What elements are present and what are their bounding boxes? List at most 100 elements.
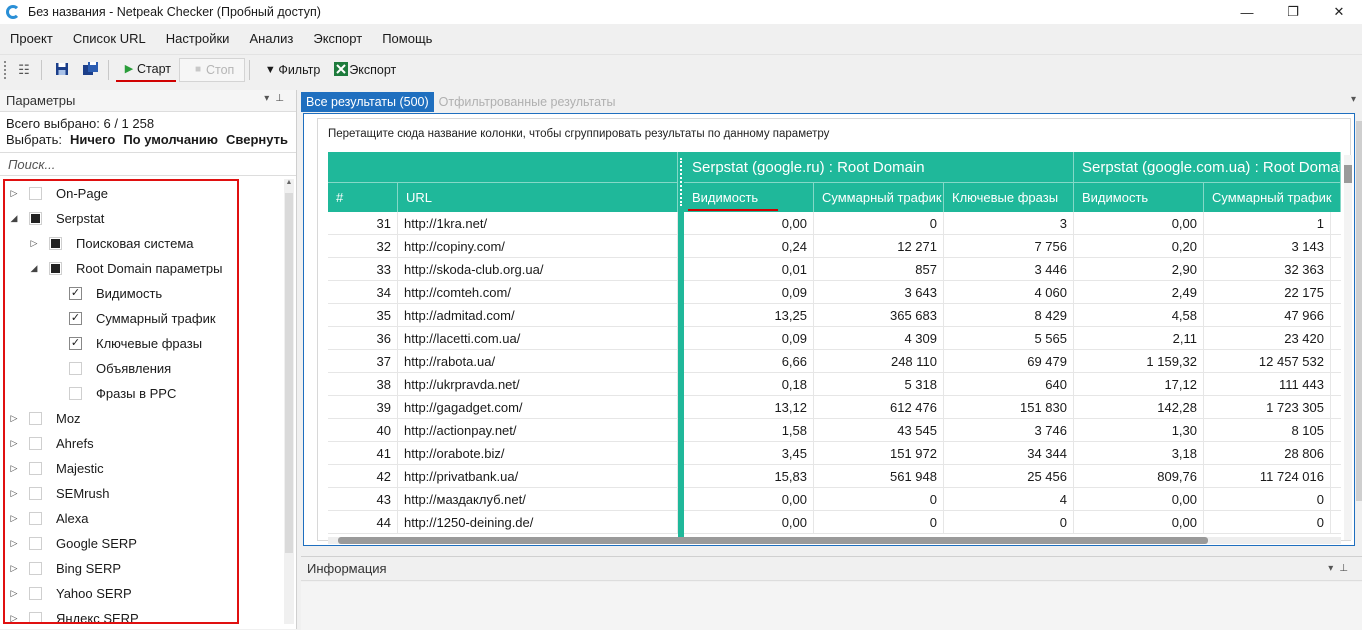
frozen-column-splitter[interactable] [678, 152, 684, 537]
cell-traffic-ru[interactable]: 248 110 [814, 350, 944, 373]
cell-traffic-ru[interactable]: 0 [814, 511, 944, 534]
cell-visibility-ua[interactable]: 0,00 [1074, 488, 1204, 511]
cell-url[interactable]: http://ukrpravda.net/ [398, 373, 678, 396]
maximize-button[interactable]: ❐ [1270, 0, 1316, 24]
expand-arrow-icon[interactable]: ▷ [9, 538, 19, 549]
expand-arrow-icon[interactable]: ▷ [9, 563, 19, 574]
cell-traffic-ru[interactable]: 365 683 [814, 304, 944, 327]
cell-visibility-ru[interactable]: 0,09 [684, 281, 814, 304]
tree-item[interactable]: ▷ Majestic [5, 456, 237, 481]
grid-vscroll-thumb[interactable] [1344, 165, 1352, 183]
tree-item[interactable]: ▷ Bing SERP [5, 556, 237, 581]
cell-visibility-ua[interactable]: 2,11 [1074, 327, 1204, 350]
cell-visibility-ru[interactable]: 13,25 [684, 304, 814, 327]
cell-visibility-ua[interactable]: 17,12 [1074, 373, 1204, 396]
pin-icon[interactable]: ⊥ [275, 93, 290, 104]
results-vertical-scrollbar[interactable] [1356, 113, 1362, 546]
menu-settings[interactable]: Настройки [156, 31, 240, 46]
table-row[interactable]: 34 http://comteh.com/0,09 3 643 4 060 2,49 22… [328, 281, 1341, 304]
cell-traffic-ua[interactable]: 22 175 [1204, 281, 1331, 304]
cell-url[interactable]: http://1kra.net/ [398, 212, 678, 235]
expand-arrow-icon[interactable]: ▷ [9, 188, 19, 199]
table-row[interactable]: 41 http://orabote.biz/3,45 151 972 34 344 3,… [328, 442, 1341, 465]
cell-keywords-ru[interactable]: 34 344 [944, 442, 1074, 465]
table-row[interactable]: 39 http://gagadget.com/13,12 612 476 151 83… [328, 396, 1341, 419]
tree-checkbox[interactable] [69, 362, 82, 375]
expand-arrow-icon[interactable]: ▷ [29, 238, 39, 249]
tree-checkbox[interactable] [29, 462, 42, 475]
params-search-input[interactable]: Поиск... [0, 152, 296, 176]
cell-traffic-ua[interactable]: 32 363 [1204, 258, 1331, 281]
expand-arrow-icon[interactable]: ▷ [9, 613, 19, 622]
grid-horizontal-scrollbar[interactable] [328, 537, 1341, 544]
tree-checkbox[interactable] [49, 262, 62, 275]
tree-item[interactable]: ▷ Поисковая система [5, 231, 237, 256]
menu-help[interactable]: Помощь [372, 31, 442, 46]
collapse-link[interactable]: Свернуть [226, 132, 288, 148]
filter-button[interactable]: ▼ Фильтр [257, 58, 325, 82]
cell-url[interactable]: http://orabote.biz/ [398, 442, 678, 465]
cell-number[interactable]: 41 [328, 442, 398, 465]
cell-traffic-ua[interactable]: 47 966 [1204, 304, 1331, 327]
tree-item[interactable]: ▷ Yahoo SERP [5, 581, 237, 606]
scroll-thumb[interactable] [285, 193, 293, 553]
cell-visibility-ua[interactable]: 4,58 [1074, 304, 1204, 327]
cell-keywords-ru[interactable]: 8 429 [944, 304, 1074, 327]
cell-visibility-ru[interactable]: 0,18 [684, 373, 814, 396]
table-row[interactable]: 40 http://actionpay.net/1,58 43 545 3 746 1,… [328, 419, 1341, 442]
cell-traffic-ru[interactable]: 5 318 [814, 373, 944, 396]
expand-arrow-icon[interactable]: ◢ [9, 213, 19, 224]
cell-keywords-ru[interactable]: 69 479 [944, 350, 1074, 373]
params-scrollbar[interactable]: ▲ [284, 179, 294, 624]
tab-all-results[interactable]: Все результаты (500) [301, 92, 434, 112]
select-default-link[interactable]: По умолчанию [123, 132, 218, 148]
tree-checkbox[interactable]: ✓ [69, 287, 82, 300]
column-header-visibility-ua[interactable]: Видимость [1074, 182, 1204, 212]
tree-checkbox[interactable] [29, 512, 42, 525]
cell-keywords-ru[interactable]: 7 756 [944, 235, 1074, 258]
cell-number[interactable]: 34 [328, 281, 398, 304]
cell-traffic-ua[interactable]: 0 [1204, 511, 1331, 534]
cell-visibility-ua[interactable]: 2,49 [1074, 281, 1204, 304]
cell-traffic-ua[interactable]: 8 105 [1204, 419, 1331, 442]
cell-number[interactable]: 31 [328, 212, 398, 235]
minimize-button[interactable]: — [1224, 0, 1270, 24]
tree-checkbox[interactable] [29, 187, 42, 200]
cell-keywords-ru[interactable]: 5 565 [944, 327, 1074, 350]
tab-filtered-results[interactable]: Отфильтрованные результаты [434, 92, 621, 112]
table-row[interactable]: 35 http://admitad.com/13,25 365 683 8 429 4,… [328, 304, 1341, 327]
cell-traffic-ua[interactable]: 1 [1204, 212, 1331, 235]
table-row[interactable]: 43 http://маздаклуб.net/0,00 0 4 0,00 0 [328, 488, 1341, 511]
cell-visibility-ua[interactable]: 142,28 [1074, 396, 1204, 419]
tree-checkbox[interactable] [29, 437, 42, 450]
menu-analysis[interactable]: Анализ [239, 31, 303, 46]
cell-visibility-ru[interactable]: 0,09 [684, 327, 814, 350]
cell-traffic-ua[interactable]: 28 806 [1204, 442, 1331, 465]
cell-number[interactable]: 36 [328, 327, 398, 350]
start-button[interactable]: ▶ Старт [116, 58, 176, 82]
tree-item[interactable]: ✓ Суммарный трафик [5, 306, 237, 331]
tree-item[interactable]: ▷ Moz [5, 406, 237, 431]
cell-visibility-ru[interactable]: 1,58 [684, 419, 814, 442]
menu-export[interactable]: Экспорт [303, 31, 372, 46]
tree-checkbox[interactable] [29, 612, 42, 622]
tree-item[interactable]: ▷ Alexa [5, 506, 237, 531]
tree-item[interactable]: ◢ Root Domain параметры [5, 256, 237, 281]
cell-keywords-ru[interactable]: 3 [944, 212, 1074, 235]
cell-number[interactable]: 33 [328, 258, 398, 281]
cell-number[interactable]: 39 [328, 396, 398, 419]
table-row[interactable]: 33 http://skoda-club.org.ua/0,01 857 3 446 2… [328, 258, 1341, 281]
cell-url[interactable]: http://1250-deining.de/ [398, 511, 678, 534]
cell-visibility-ua[interactable]: 1 159,32 [1074, 350, 1204, 373]
tabs-dropdown-icon[interactable]: ▾ [1351, 94, 1356, 105]
cell-traffic-ru[interactable]: 0 [814, 488, 944, 511]
tree-item[interactable]: ▷ On-Page [5, 181, 237, 206]
results-vscroll-thumb[interactable] [1356, 121, 1362, 501]
cell-traffic-ua[interactable]: 3 143 [1204, 235, 1331, 258]
grid-hscroll-thumb[interactable] [338, 537, 1208, 544]
cell-visibility-ua[interactable]: 809,76 [1074, 465, 1204, 488]
cell-number[interactable]: 32 [328, 235, 398, 258]
cell-keywords-ru[interactable]: 4 060 [944, 281, 1074, 304]
tree-item[interactable]: ◢ Serpstat [5, 206, 237, 231]
cell-visibility-ru[interactable]: 0,00 [684, 511, 814, 534]
